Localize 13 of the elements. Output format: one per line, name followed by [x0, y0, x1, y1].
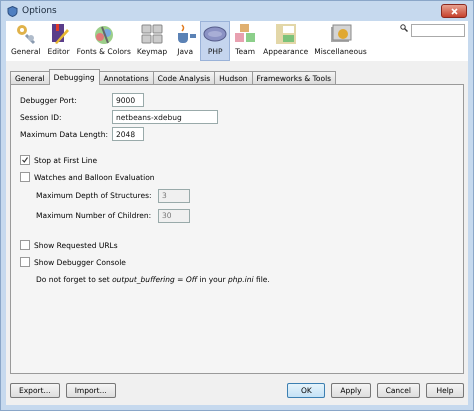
search-field[interactable]	[411, 24, 465, 37]
app-icon	[7, 6, 18, 16]
keyboard-keys-icon	[140, 23, 164, 45]
search-icon	[400, 24, 408, 32]
checkbox[interactable]	[20, 172, 30, 182]
close-icon	[450, 8, 458, 14]
folder-gear-icon	[328, 23, 353, 45]
checkbox[interactable]	[20, 155, 30, 165]
checkbox[interactable]	[20, 240, 30, 250]
checkbox[interactable]	[20, 257, 30, 267]
cubes-icon	[233, 23, 258, 45]
window-title: Options	[22, 6, 58, 16]
close-button[interactable]	[441, 4, 467, 18]
